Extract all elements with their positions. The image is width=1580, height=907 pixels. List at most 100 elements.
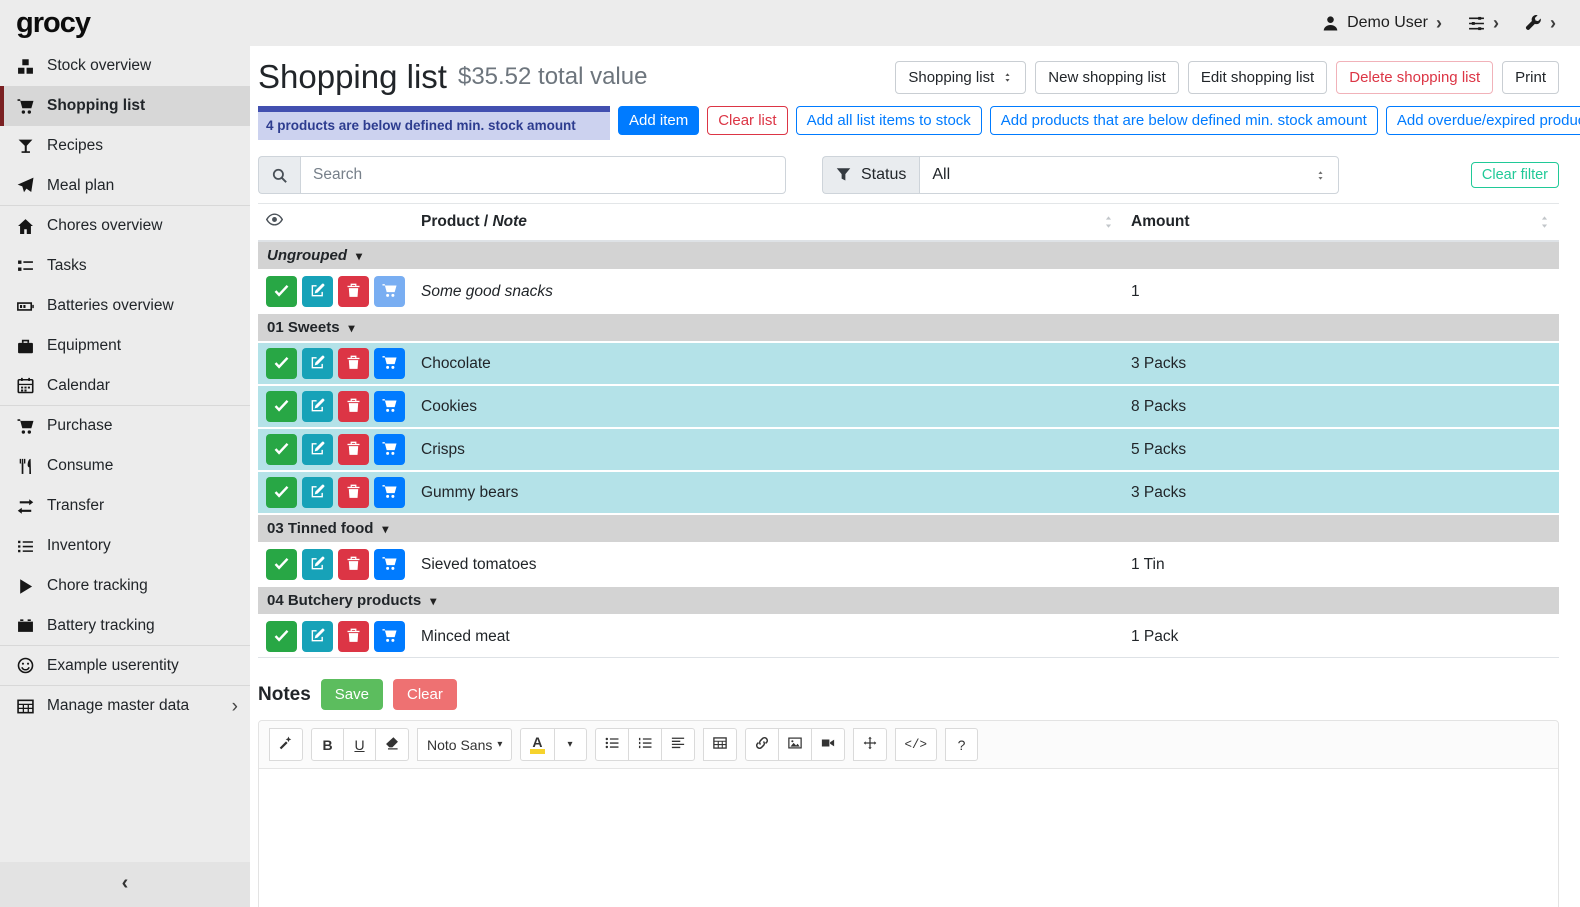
caret-down-icon[interactable]: ▾ [349, 321, 355, 335]
bold-button[interactable]: B [311, 728, 344, 761]
sidebar-item-calendar[interactable]: Calendar [0, 366, 250, 406]
clear-filter-button[interactable]: Clear filter [1471, 162, 1559, 188]
product-column-header[interactable]: Product / Note [413, 204, 1123, 242]
notes-save-button[interactable]: Save [321, 679, 383, 710]
add-to-stock-button[interactable] [374, 348, 405, 379]
color-picker-button[interactable]: ▾ [554, 728, 587, 761]
user-name: Demo User [1347, 14, 1428, 32]
caret-down-icon[interactable]: ▾ [430, 594, 436, 608]
sidebar-item-tasks[interactable]: Tasks [0, 246, 250, 286]
main-content: Shopping list $35.52 total value Shoppin… [250, 46, 1580, 907]
add-all-to-stock-button[interactable]: Add all list items to stock [796, 106, 982, 135]
edit-item-button[interactable] [302, 477, 333, 508]
sidebar-item-meal-plan[interactable]: Meal plan [0, 166, 250, 206]
caret-down-icon[interactable]: ▾ [382, 522, 388, 536]
topbar: grocy Demo User › › › [0, 0, 1580, 46]
mark-done-button[interactable] [266, 391, 297, 422]
add-to-stock-button[interactable] [374, 391, 405, 422]
delete-item-button[interactable] [338, 391, 369, 422]
app-logo[interactable]: grocy [16, 7, 90, 39]
sidebar-item-transfer[interactable]: Transfer [0, 486, 250, 526]
new-shopping-list-button[interactable]: New shopping list [1035, 61, 1179, 94]
highlight-color-button[interactable]: A [520, 728, 554, 761]
sidebar-item-inventory[interactable]: Inventory [0, 526, 250, 566]
delete-item-button[interactable] [338, 621, 369, 652]
sidebar-item-batteries-overview[interactable]: Batteries overview [0, 286, 250, 326]
font-family-button[interactable]: Noto Sans▾ [417, 728, 512, 761]
sidebar-item-purchase[interactable]: Purchase [0, 406, 250, 446]
add-overdue-button[interactable]: Add overdue/expired products [1386, 106, 1580, 135]
delete-item-button[interactable] [338, 477, 369, 508]
edit-item-button[interactable] [302, 549, 333, 580]
user-menu[interactable]: Demo User › [1322, 14, 1442, 32]
delete-item-button[interactable] [338, 434, 369, 465]
sidebar-item-manage-master-data[interactable]: Manage master data› [0, 686, 250, 726]
notes-editor-body[interactable] [259, 769, 1558, 907]
amount-column-header[interactable]: Amount [1123, 204, 1559, 242]
add-to-stock-button[interactable] [374, 276, 405, 307]
sidebar-item-consume[interactable]: Consume [0, 446, 250, 486]
delete-item-button[interactable] [338, 276, 369, 307]
edit-item-button[interactable] [302, 391, 333, 422]
magic-button[interactable] [269, 728, 303, 761]
status-filter-select[interactable]: All [919, 156, 1339, 194]
sidebar-item-equipment[interactable]: Equipment [0, 326, 250, 366]
code-view-button[interactable]: </> [895, 728, 938, 761]
help-label: ? [958, 737, 966, 753]
sidebar-collapse-button[interactable]: ‹ [0, 862, 250, 907]
add-to-stock-button[interactable] [374, 434, 405, 465]
mark-done-button[interactable] [266, 348, 297, 379]
edit-item-button[interactable] [302, 434, 333, 465]
delete-shopping-list-button[interactable]: Delete shopping list [1336, 61, 1493, 94]
print-button[interactable]: Print [1502, 61, 1559, 94]
insert-table-button[interactable] [703, 728, 737, 761]
list-ul-button[interactable] [595, 728, 629, 761]
add-item-button[interactable]: Add item [618, 106, 699, 135]
sidebar-item-recipes[interactable]: Recipes [0, 126, 250, 166]
add-to-stock-button[interactable] [374, 549, 405, 580]
logo-area: grocy [0, 7, 250, 40]
help-button[interactable]: ? [945, 728, 978, 761]
mark-done-button[interactable] [266, 549, 297, 580]
magic-icon [279, 736, 293, 753]
add-to-stock-button[interactable] [374, 621, 405, 652]
sidebar-item-example-userentity[interactable]: Example userentity [0, 646, 250, 686]
edit-icon [310, 628, 325, 646]
eraser-button[interactable] [375, 728, 409, 761]
min-stock-alert[interactable]: 4 products are below defined min. stock … [258, 106, 610, 140]
sidebar-item-shopping-list[interactable]: Shopping list [0, 86, 250, 126]
clear-list-button[interactable]: Clear list [707, 106, 787, 135]
insert-video-button[interactable] [811, 728, 845, 761]
settings-menu[interactable]: › [1468, 14, 1499, 32]
sidebar-item-chores-overview[interactable]: Chores overview [0, 206, 250, 246]
delete-item-button[interactable] [338, 348, 369, 379]
cart-icon [382, 628, 397, 646]
edit-item-button[interactable] [302, 276, 333, 307]
mark-done-button[interactable] [266, 621, 297, 652]
sidebar-item-stock-overview[interactable]: Stock overview [0, 46, 250, 86]
search-input[interactable] [300, 156, 786, 194]
fullscreen-button[interactable] [853, 728, 887, 761]
sidebar-item-battery-tracking[interactable]: Battery tracking [0, 606, 250, 646]
list-ol-button[interactable] [628, 728, 662, 761]
delete-item-button[interactable] [338, 549, 369, 580]
add-below-min-button[interactable]: Add products that are below defined min.… [990, 106, 1378, 135]
add-to-stock-button[interactable] [374, 477, 405, 508]
sidebar-item-chore-tracking[interactable]: Chore tracking [0, 566, 250, 606]
min-stock-alert-text: 4 products are below defined min. stock … [258, 112, 610, 140]
edit-item-button[interactable] [302, 621, 333, 652]
admin-menu[interactable]: › [1525, 14, 1556, 32]
mark-done-button[interactable] [266, 434, 297, 465]
edit-item-button[interactable] [302, 348, 333, 379]
insert-picture-button[interactable] [778, 728, 812, 761]
caret-down-icon[interactable]: ▾ [356, 249, 362, 263]
mark-done-button[interactable] [266, 276, 297, 307]
home-icon [15, 218, 35, 235]
mark-done-button[interactable] [266, 477, 297, 508]
shopping-list-select[interactable]: Shopping list [895, 61, 1026, 94]
edit-shopping-list-button[interactable]: Edit shopping list [1188, 61, 1327, 94]
paragraph-align-button[interactable] [661, 728, 695, 761]
underline-button[interactable]: U [343, 728, 376, 761]
notes-clear-button[interactable]: Clear [393, 679, 457, 710]
insert-link-button[interactable] [745, 728, 779, 761]
